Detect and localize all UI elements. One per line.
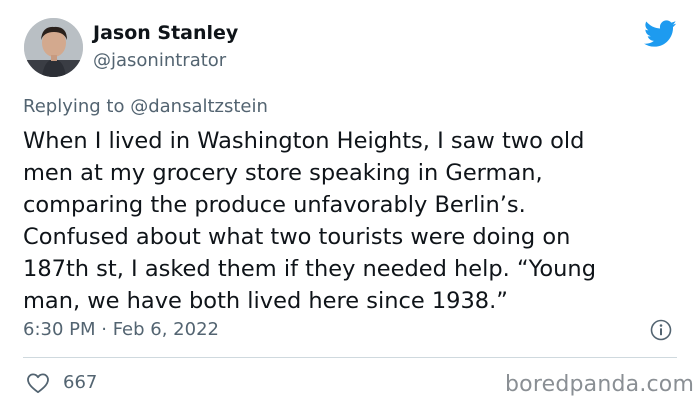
replying-to-label: Replying to @dansaltzstein: [23, 96, 268, 117]
tweet-body-line: men at my grocery store speaking in Germ…: [23, 160, 543, 186]
twitter-bird-icon[interactable]: [644, 20, 677, 48]
divider: [23, 357, 677, 358]
tweet-timestamp[interactable]: 6:30 PM · Feb 6, 2022: [23, 319, 219, 340]
watermark: boredpanda.com: [505, 372, 695, 397]
avatar[interactable]: [24, 18, 83, 77]
like-count: 667: [63, 372, 98, 393]
tweet-body-line: comparing the produce unfavorably Berlin…: [23, 192, 526, 218]
tweet-body-line: When I lived in Washington Heights, I sa…: [23, 128, 585, 154]
tweet-body: When I lived in Washington Heights, I sa…: [23, 125, 683, 317]
tweet-body-line: 187th st, I asked them if they needed he…: [23, 256, 596, 282]
heart-icon[interactable]: [26, 372, 50, 394]
author-display-name[interactable]: Jason Stanley: [93, 22, 238, 44]
tweet-card: Jason Stanley @jasonintrator Replying to…: [0, 0, 700, 410]
tweet-body-line: Confused about what two tourists were do…: [23, 224, 571, 250]
avatar-photo: [24, 18, 83, 77]
info-icon[interactable]: [650, 319, 672, 341]
tweet-body-line: man, we have both lived here since 1938.…: [23, 288, 508, 314]
author-handle[interactable]: @jasonintrator: [93, 50, 226, 71]
